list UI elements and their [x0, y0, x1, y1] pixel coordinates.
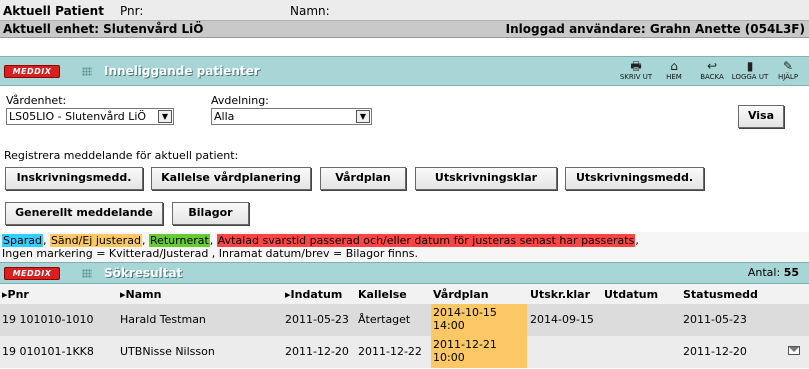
vardplan-time: 14:00	[433, 319, 465, 332]
column-header-pnr[interactable]: ▸Pnr	[2, 288, 29, 301]
cell-vardplan[interactable]: 2014-10-15 14:00	[431, 304, 527, 336]
meddix-logo: MEDDIX	[4, 65, 60, 78]
help-icon: ✎	[782, 59, 794, 73]
avdelning-label: Avdelning:	[211, 94, 269, 107]
inskrivningsmedd-button[interactable]: Inskrivningsmedd.	[5, 167, 143, 190]
result-count: Antal: 55	[748, 266, 799, 279]
results-title: Sökresultat	[104, 266, 183, 280]
logout-label: LOGGA UT	[731, 73, 769, 81]
envelope-icon[interactable]	[788, 346, 800, 355]
vardplan-date: 2011-12-21	[433, 338, 497, 351]
namn-label: Namn:	[290, 4, 330, 18]
column-header-indatum[interactable]: ▸Indatum	[285, 288, 342, 301]
pnr-label: Pnr:	[120, 4, 144, 18]
column-namn-label: Namn	[125, 288, 162, 301]
cell-pnr: 19 010101-1KK8	[2, 345, 94, 358]
print-label: SKRIV UT	[619, 73, 653, 81]
column-header-kallelse: Kallelse	[358, 288, 407, 301]
cell-pnr: 19 101010-1010	[2, 313, 94, 326]
filter-panel: Vårdenhet: LS05LIO - Slutenvård LiÖ ▼ Av…	[0, 86, 809, 232]
toolbar: 🖶 SKRIV UT ⌂ HEM ↩ BACKA ▮ LOGGA UT ✎ HJ…	[619, 59, 805, 85]
panel-title: Inneliggande patienter	[104, 64, 260, 78]
cell-namn: Harald Testman	[120, 313, 206, 326]
home-icon: ⌂	[670, 59, 678, 73]
print-button[interactable]: 🖶 SKRIV UT	[619, 59, 653, 85]
drag-handle-icon	[82, 269, 92, 278]
logout-button[interactable]: ▮ LOGGA UT	[731, 59, 769, 85]
patient-info-row: Aktuell Patient Pnr: Namn:	[3, 4, 809, 20]
table-row[interactable]: 19 101010-1010 Harald Testman 2011-05-23…	[0, 304, 809, 336]
logged-in-user: Inloggad användare: Grahn Anette (054L3F…	[505, 22, 805, 36]
logout-icon: ▮	[746, 59, 754, 73]
legend-returnerat: Returnerat	[148, 234, 210, 247]
cell-namn: UTBNisse Nilsson	[120, 345, 215, 358]
cell-kallelse: 2011-12-22	[358, 345, 422, 358]
drag-handle-icon	[82, 67, 92, 76]
cell-indatum: 2011-12-20	[285, 345, 349, 358]
results-header: MEDDIX Sökresultat Antal: 55	[0, 262, 809, 284]
legend-sparad: Sparad	[2, 234, 43, 247]
legend-avtalad-svarstid: Avtalad svarstid passerad och/eller datu…	[216, 234, 636, 247]
vardplan-date: 2014-10-15	[433, 306, 497, 319]
help-button[interactable]: ✎ HJÄLP	[771, 59, 805, 85]
column-header-namn[interactable]: ▸Namn	[120, 288, 161, 301]
back-button[interactable]: ↩ BACKA	[695, 59, 729, 85]
meddix-logo: MEDDIX	[4, 267, 60, 280]
main-panel-header: MEDDIX Inneliggande patienter 🖶 SKRIV UT…	[0, 56, 809, 86]
bilagor-button[interactable]: Bilagor	[172, 202, 249, 225]
help-label: HJÄLP	[777, 73, 799, 81]
color-legend: Sparad, Sänd/Ej justerad, Returnerat, Av…	[0, 232, 809, 262]
vardenhet-value: LS05LIO - Slutenvård LiÖ	[9, 110, 147, 123]
chevron-down-icon: ▼	[158, 110, 172, 123]
legend-sand-ej-justerad: Sänd/Ej justerad	[49, 234, 142, 247]
vardenhet-select[interactable]: LS05LIO - Slutenvård LiÖ ▼	[6, 108, 174, 125]
cell-indatum: 2011-05-23	[285, 313, 349, 326]
column-header-utdatum: Utdatum	[604, 288, 659, 301]
home-label: HEM	[666, 73, 682, 81]
cell-kallelse: Återtaget	[358, 313, 411, 326]
current-patient-label: Aktuell Patient	[3, 4, 104, 18]
cell-statusmedd: 2011-12-20	[683, 345, 747, 358]
column-indatum-label: Indatum	[290, 288, 343, 301]
back-label: BACKA	[700, 73, 724, 81]
utskrivningsklar-button[interactable]: Utskrivningsklar	[415, 167, 557, 190]
legend-line-1: Sparad, Sänd/Ej justerad, Returnerat, Av…	[2, 234, 639, 247]
avdelning-value: Alla	[214, 110, 235, 123]
table-row[interactable]: 19 010101-1KK8 UTBNisse Nilsson 2011-12-…	[0, 336, 809, 368]
avdelning-select[interactable]: Alla ▼	[211, 108, 372, 125]
column-header-statusmedd: Statusmedd	[683, 288, 758, 301]
cell-statusmedd: 2011-05-23	[683, 313, 747, 326]
chevron-down-icon: ▼	[356, 110, 370, 123]
generellt-meddelande-button[interactable]: Generellt meddelande	[5, 202, 163, 225]
result-count-label: Antal:	[747, 266, 781, 279]
legend-line-2: Ingen markering = Kvitterad/Justerad , I…	[2, 247, 418, 260]
column-header-utskrklar: Utskr.klar	[530, 288, 591, 301]
cell-utskrklar: 2014-09-15	[530, 313, 594, 326]
patient-header: Aktuell Patient Pnr: Namn: Aktuell enhet…	[0, 0, 809, 38]
visa-button[interactable]: Visa	[738, 105, 784, 128]
back-icon: ↩	[706, 59, 718, 73]
printer-icon: 🖶	[630, 59, 642, 73]
current-unit: Aktuell enhet: Slutenvård LiÖ	[3, 22, 204, 36]
cell-vardplan[interactable]: 2011-12-21 10:00	[431, 336, 527, 368]
register-message-label: Registrera meddelande för aktuell patien…	[4, 149, 239, 162]
vardplan-button[interactable]: Vårdplan	[320, 167, 406, 190]
table-header: ▸Pnr ▸Namn ▸Indatum Kallelse Vårdplan Ut…	[0, 284, 809, 304]
home-button[interactable]: ⌂ HEM	[657, 59, 691, 85]
column-pnr-label: Pnr	[7, 288, 29, 301]
utskrivningsmedd-button[interactable]: Utskrivningsmedd.	[565, 167, 704, 190]
unit-user-row: Aktuell enhet: Slutenvård LiÖ Inloggad a…	[0, 20, 809, 38]
result-count-value: 55	[783, 266, 799, 279]
kallelse-vardplanering-button[interactable]: Kallelse vårdplanering	[151, 167, 311, 190]
vardenhet-label: Vårdenhet:	[6, 94, 67, 107]
vardplan-time: 10:00	[433, 351, 465, 364]
column-header-vardplan: Vårdplan	[433, 288, 489, 301]
